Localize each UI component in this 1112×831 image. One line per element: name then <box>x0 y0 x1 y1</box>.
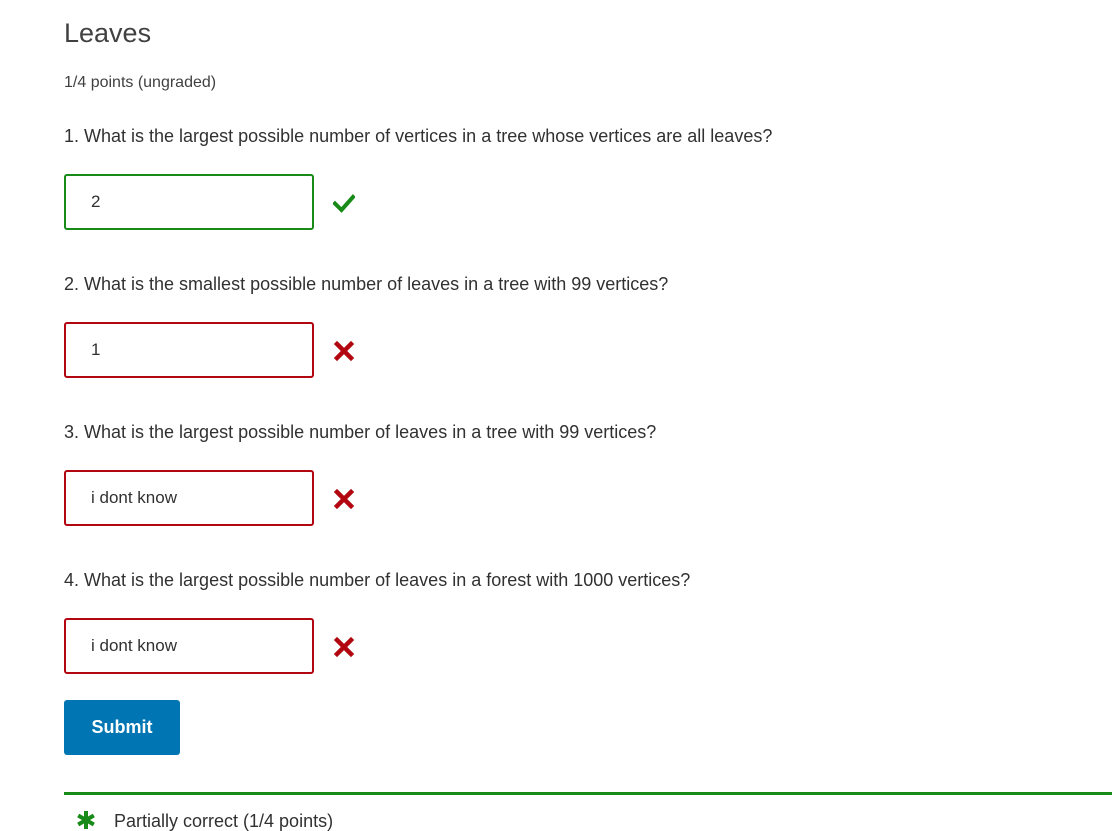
question-1-text: 1. What is the largest possible number o… <box>64 126 773 146</box>
submit-button[interactable]: Submit <box>64 700 180 755</box>
answer-4-input[interactable]: i dont know <box>64 618 314 674</box>
question-4-text: 4. What is the largest possible number o… <box>64 570 691 590</box>
checkmark-icon <box>333 194 355 213</box>
feedback-message: Partially correct (1/4 points) <box>114 811 334 831</box>
x-icon <box>333 488 355 510</box>
question-2-text: 2. What is the smallest possible number … <box>64 274 669 294</box>
problem-title: Leaves <box>64 18 152 48</box>
answer-2-input[interactable]: 1 <box>64 322 314 378</box>
answer-3-input[interactable]: i dont know <box>64 470 314 526</box>
x-icon <box>333 636 355 658</box>
problem-page: Leaves 1/4 points (ungraded) 1. What is … <box>0 0 1112 831</box>
asterisk-icon <box>77 811 95 829</box>
answer-1-input[interactable]: 2 <box>64 174 314 230</box>
feedback-divider <box>64 792 1112 795</box>
x-icon <box>333 340 355 362</box>
points-label: 1/4 points (ungraded) <box>64 74 217 91</box>
question-3-text: 3. What is the largest possible number o… <box>64 422 657 442</box>
